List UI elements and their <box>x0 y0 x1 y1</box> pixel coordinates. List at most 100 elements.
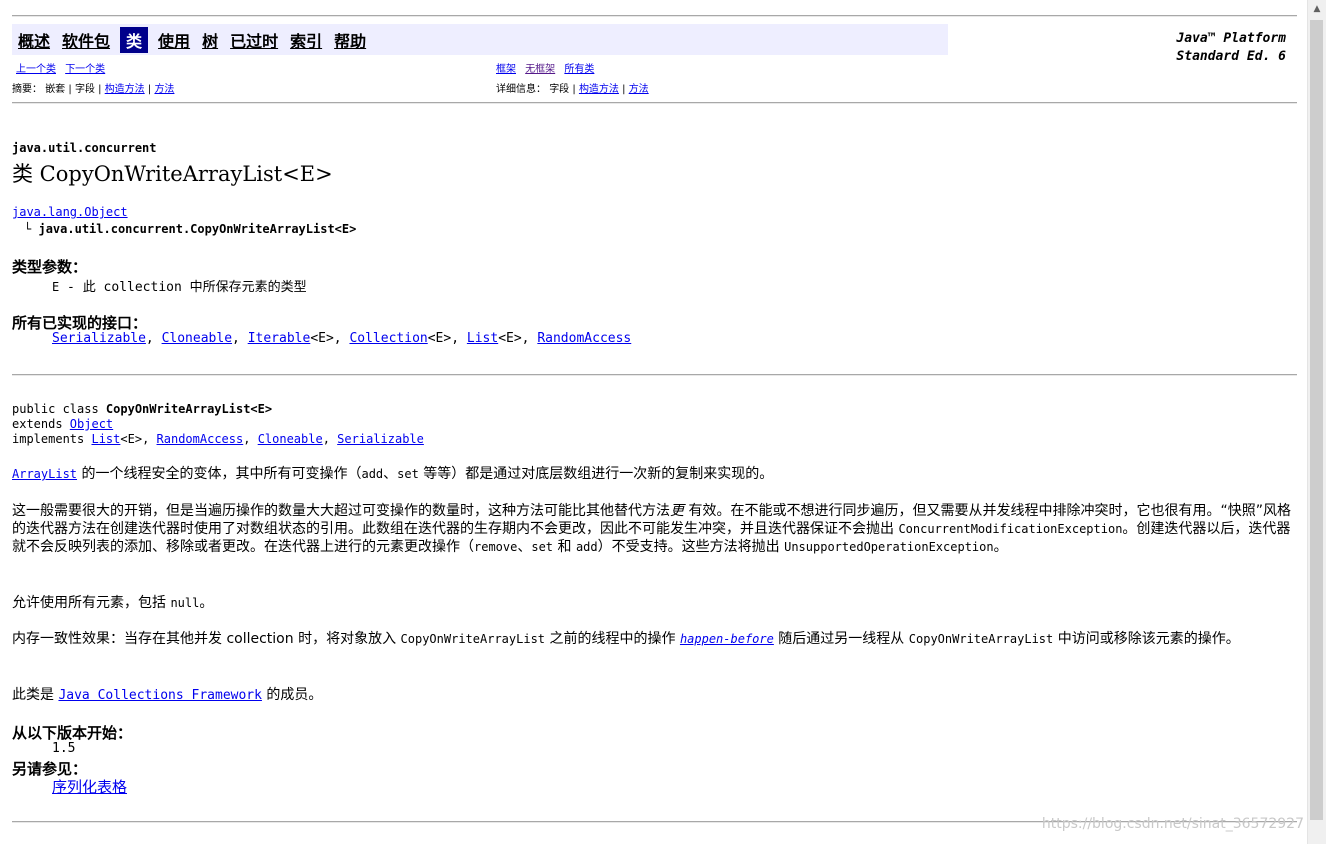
code: CopyOnWriteArrayList <box>400 632 546 646</box>
generic: <E> <box>427 331 452 346</box>
sig-extends: extends <box>12 417 70 431</box>
comma: , <box>322 432 338 446</box>
sig-implements: implements <box>12 432 92 446</box>
generic: <E> <box>498 331 522 346</box>
detail-label: 详细信息： <box>496 84 546 95</box>
text: 和 <box>553 539 576 555</box>
description-p2: 这一般需要很大的开销，但是当遍历操作的数量大大超过可变操作的数量时，这种方法可能… <box>12 502 1297 556</box>
interface-list-link[interactable]: List <box>467 331 498 346</box>
interface-collection-link[interactable]: Collection <box>349 331 427 346</box>
no-frames-link[interactable]: 无框架 <box>525 64 555 75</box>
platform-label: Java™ Platform Standard Ed. 6 <box>1176 30 1286 66</box>
detail-constructor-link[interactable]: 构造方法 <box>579 84 619 95</box>
summary-links: 摘要： 嵌套 | 字段 | 构造方法 | 方法 <box>12 80 180 95</box>
text: 、 <box>383 466 398 482</box>
interface-iterable-link[interactable]: Iterable <box>248 331 311 346</box>
summary-nested: 嵌套 <box>45 84 66 95</box>
vertical-scrollbar[interactable]: ▲ <box>1307 0 1326 844</box>
code: set <box>531 540 554 554</box>
separator: | <box>68 84 72 95</box>
code: null <box>170 596 200 610</box>
see-also-value: 序列化表格 <box>52 776 127 797</box>
collections-framework-link[interactable]: Java Collections Framework <box>58 688 262 703</box>
text: 的成员。 <box>261 687 323 703</box>
code: remove <box>474 540 518 554</box>
description-p5: 此类是 Java Collections Framework 的成员。 <box>12 686 1297 705</box>
summary-constructor-link[interactable]: 构造方法 <box>105 84 145 95</box>
impl-list-link[interactable]: List <box>91 432 120 446</box>
all-classes-link[interactable]: 所有类 <box>564 64 594 75</box>
watermark: https://blog.csdn.net/sinat_36572927 <box>1041 816 1304 832</box>
separator: | <box>572 84 576 95</box>
interface-randomaccess-link[interactable]: RandomAccess <box>537 331 631 346</box>
comma: , <box>451 331 467 346</box>
text: ）不受支持。这些方法将抛出 <box>597 539 785 555</box>
nav-package[interactable]: 软件包 <box>60 27 112 53</box>
comma: , <box>333 331 350 346</box>
code: add <box>361 467 384 481</box>
interface-serializable-link[interactable]: Serializable <box>52 331 146 346</box>
nav-overview[interactable]: 概述 <box>16 27 52 53</box>
comma: , <box>232 331 248 346</box>
detail-field: 字段 <box>549 84 570 95</box>
summary-label: 摘要： <box>12 84 42 95</box>
sig-class-name: CopyOnWriteArrayList<E> <box>105 402 273 416</box>
frames-link[interactable]: 框架 <box>496 64 516 75</box>
platform-line2: Standard Ed. 6 <box>1176 49 1286 64</box>
description-p3: 允许使用所有元素，包括 null。 <box>12 594 1297 612</box>
text: 此类是 <box>12 687 59 703</box>
nav-divider <box>12 102 1297 104</box>
class-signature-line2: extends Object <box>12 417 113 431</box>
since-label: 从以下版本开始： <box>12 724 133 742</box>
text: 随后通过另一线程从 <box>773 631 909 647</box>
happen-before-link[interactable]: happen-before <box>680 632 774 646</box>
separator: | <box>622 84 626 95</box>
comma: , <box>521 331 538 346</box>
interface-cloneable-link[interactable]: Cloneable <box>162 331 232 346</box>
tree-branch-icon: └ <box>24 222 32 236</box>
generic: <E> <box>310 331 334 346</box>
description-p4: 内存一致性效果：当存在其他并发 collection 时，将对象放入 CopyO… <box>12 630 1297 648</box>
comma: , <box>142 432 157 446</box>
impl-randomaccess-link[interactable]: RandomAccess <box>157 432 244 446</box>
nav-bar: 概述 软件包 类 使用 树 已过时 索引 帮助 <box>12 24 948 55</box>
serialized-form-link[interactable]: 序列化表格 <box>52 778 127 796</box>
scroll-thumb[interactable] <box>1310 20 1323 820</box>
nav-class-active: 类 <box>120 26 149 53</box>
next-class-link[interactable]: 下一个类 <box>65 64 105 75</box>
class-signature-line1: public class CopyOnWriteArrayList<E> <box>12 402 272 416</box>
text: 中访问或移除该元素的操作。 <box>1053 631 1240 647</box>
text: 的一个线程安全的变体，其中所有可变操作（ <box>77 466 362 482</box>
nav-tree[interactable]: 树 <box>200 27 220 53</box>
summary-field: 字段 <box>74 84 95 95</box>
scroll-up-arrow-icon[interactable]: ▲ <box>1308 0 1326 18</box>
arraylist-link[interactable]: ArrayList <box>12 467 77 481</box>
nav-deprecated[interactable]: 已过时 <box>228 27 280 53</box>
type-params-desc: E - 此 collection 中所保存元素的类型 <box>52 276 307 295</box>
detail-method-link[interactable]: 方法 <box>629 84 649 95</box>
extends-object-link[interactable]: Object <box>70 417 113 431</box>
page-title: 类 CopyOnWriteArrayList<E> <box>12 162 333 186</box>
comma: , <box>145 331 162 346</box>
nav-index[interactable]: 索引 <box>288 27 324 53</box>
nav-help[interactable]: 帮助 <box>332 27 368 53</box>
generic: <E> <box>120 432 143 446</box>
text: 。 <box>993 539 1008 555</box>
comma: , <box>243 432 258 446</box>
frame-links: 框架 无框架 所有类 <box>496 60 600 75</box>
package-name: java.util.concurrent <box>12 141 157 155</box>
sig-prefix: public class <box>12 402 106 416</box>
object-link[interactable]: java.lang.Object <box>12 205 128 219</box>
class-signature-line3: implements List<E>, RandomAccess, Clonea… <box>12 432 424 446</box>
text: 内存一致性效果：当存在其他并发 collection 时，将对象放入 <box>12 631 401 647</box>
header-divider <box>12 374 1297 376</box>
since-value: 1.5 <box>52 741 76 756</box>
impl-cloneable-link[interactable]: Cloneable <box>258 432 323 446</box>
impl-serializable-link[interactable]: Serializable <box>337 432 424 446</box>
nav-use[interactable]: 使用 <box>156 27 192 53</box>
code: add <box>575 540 598 554</box>
prev-class-link[interactable]: 上一个类 <box>16 64 56 75</box>
summary-method-link[interactable]: 方法 <box>154 84 174 95</box>
detail-links: 详细信息： 字段 | 构造方法 | 方法 <box>496 80 655 95</box>
prev-next-links: 上一个类 下一个类 <box>16 60 111 75</box>
